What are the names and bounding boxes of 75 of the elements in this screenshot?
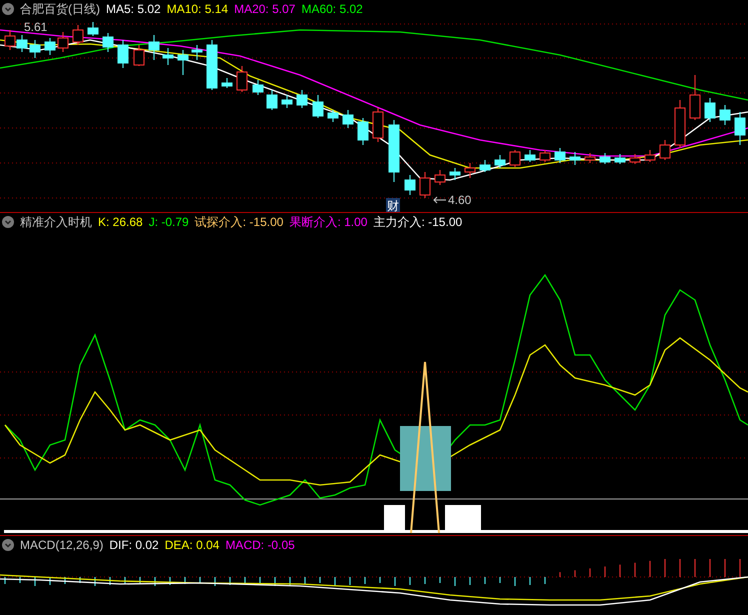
candlestick <box>570 152 580 166</box>
candlestick <box>660 140 670 160</box>
event-marker: 财 <box>386 198 400 213</box>
candlestick <box>420 172 430 198</box>
candlestick <box>464 162 476 178</box>
indicator-value: J: -0.79 <box>148 216 189 228</box>
candlestick <box>206 40 218 90</box>
candlestick <box>720 104 730 126</box>
indicator-value: 主力介入: -15.00 <box>373 216 462 228</box>
indicator-value: 试探介入: -15.00 <box>194 216 284 228</box>
candlestick <box>404 174 416 196</box>
candlestick <box>72 24 84 46</box>
candlestick <box>58 32 68 52</box>
signal-bar <box>384 505 405 533</box>
candlestick <box>118 40 128 68</box>
candlestick <box>510 150 520 168</box>
candlestick <box>178 50 188 76</box>
candlestick <box>88 22 98 36</box>
candlestick <box>162 48 174 66</box>
signal-bar <box>445 505 481 533</box>
candlestick <box>134 44 144 66</box>
candlestick <box>148 34 160 60</box>
arrow-icon <box>433 196 446 204</box>
candlestick <box>296 90 308 108</box>
candlestick <box>102 32 114 52</box>
indicator-value: MACD: -0.05 <box>225 539 295 551</box>
chart-title: 合肥百货(日线) <box>20 3 100 15</box>
indicator-value: K: 26.68 <box>98 216 143 228</box>
indicator-value: MA60: 5.02 <box>301 3 363 15</box>
indicator-value: MA5: 5.02 <box>106 3 161 15</box>
collapse-icon[interactable] <box>2 539 14 551</box>
candlestick <box>236 66 248 92</box>
candlestick <box>690 74 700 120</box>
candlestick <box>434 170 446 186</box>
candlestick <box>524 150 536 162</box>
candlestick <box>328 110 338 122</box>
candlestick <box>30 40 40 58</box>
indicator-value: DIF: 0.02 <box>109 539 159 551</box>
candlestick <box>644 150 656 162</box>
chart-title: MACD(12,26,9) <box>20 539 104 551</box>
candlestick <box>614 154 626 164</box>
candlestick <box>222 78 232 88</box>
indicator-value: 果断介入: 1.00 <box>289 216 368 228</box>
collapse-icon[interactable] <box>2 216 14 228</box>
candlestick <box>16 34 28 52</box>
price-label: 5.61 <box>24 20 48 34</box>
candlestick <box>600 152 610 164</box>
candlestick <box>704 98 716 122</box>
candlestick <box>342 110 354 128</box>
candlestick <box>282 94 292 108</box>
candlestick <box>4 30 16 50</box>
collapse-icon[interactable] <box>2 3 14 15</box>
candlestick <box>372 108 384 142</box>
chart-title: 精准介入时机 <box>20 216 92 228</box>
candlestick <box>266 90 278 110</box>
indicator-value: DEA: 0.04 <box>164 539 220 551</box>
candlestick <box>44 38 56 56</box>
candlestick <box>358 118 368 146</box>
candlestick <box>480 160 490 172</box>
indicator-value: MA10: 5.14 <box>166 3 228 15</box>
entry-block <box>400 426 451 491</box>
price-label: 4.60 <box>448 193 472 207</box>
candlestick <box>630 154 640 164</box>
candlestick <box>388 120 400 182</box>
indicator-value: MA20: 5.07 <box>234 3 296 15</box>
candlestick <box>494 154 506 168</box>
candlestick <box>540 150 550 162</box>
candlestick <box>734 112 746 146</box>
candlestick <box>252 80 264 96</box>
candlestick <box>450 168 460 180</box>
candlestick <box>312 94 324 118</box>
candlestick <box>584 152 596 164</box>
candlestick <box>554 148 566 164</box>
candlestick <box>192 44 202 60</box>
candlestick <box>674 100 686 148</box>
